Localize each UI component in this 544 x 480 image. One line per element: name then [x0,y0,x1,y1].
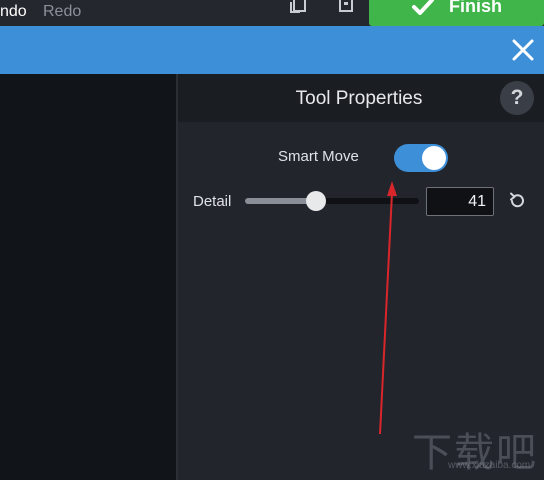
finish-label: Finish [449,0,502,16]
redo-button[interactable]: Redo [43,3,81,21]
paste-icon[interactable] [336,0,356,14]
detail-label: Detail [193,193,232,210]
detail-slider[interactable] [245,191,419,211]
finish-button[interactable]: Finish [369,0,544,26]
top-toolbar: ndo Redo Finish [0,0,544,26]
smart-move-label: Smart Move [278,148,359,165]
detail-value-input[interactable]: 41 [426,187,494,216]
toggle-knob [422,146,446,170]
undo-button[interactable]: ndo [0,3,27,21]
close-icon[interactable] [510,37,536,63]
check-icon [412,0,434,15]
smart-move-toggle[interactable] [394,144,448,172]
canvas-area[interactable] [0,74,176,480]
panel-title: Tool Properties [295,88,423,109]
reset-icon[interactable] [507,191,527,211]
copy-icon[interactable] [288,0,308,14]
slider-thumb[interactable] [306,191,327,211]
panel-header: Tool Properties ? [178,74,544,122]
help-button[interactable]: ? [500,81,534,115]
tool-banner [0,26,544,74]
watermark-url: www.xiazaiba.com [448,460,531,471]
